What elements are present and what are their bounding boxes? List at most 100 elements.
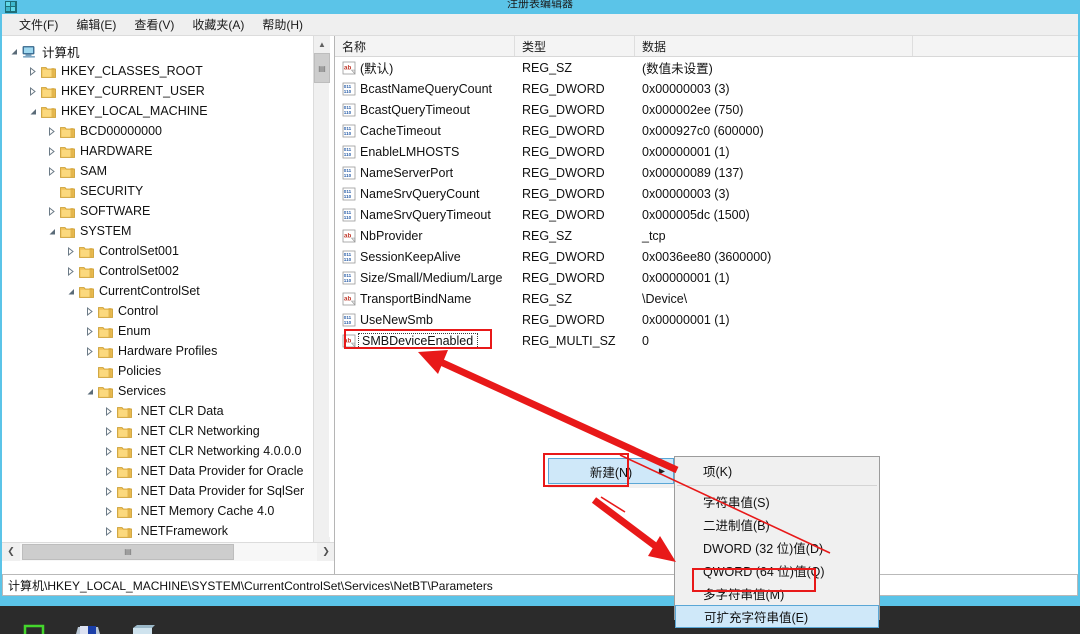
registry-value-row[interactable]: 011110Size/Small/Medium/LargeREG_DWORD0x… bbox=[335, 267, 1078, 288]
expand-arrow-icon[interactable] bbox=[44, 141, 59, 161]
menu-favorites[interactable]: 收藏夹(A) bbox=[183, 14, 253, 35]
submenu-item[interactable]: 二进制值(B) bbox=[675, 513, 879, 536]
expand-arrow-icon[interactable] bbox=[101, 521, 116, 541]
collapse-arrow-icon[interactable] bbox=[82, 381, 97, 401]
expand-arrow-icon[interactable] bbox=[25, 81, 40, 101]
collapse-arrow-icon[interactable] bbox=[63, 281, 78, 301]
column-header-data[interactable]: 数据 bbox=[635, 36, 913, 56]
menu-help[interactable]: 帮助(H) bbox=[253, 14, 312, 35]
registry-value-row[interactable]: abNbProviderREG_SZ_tcp bbox=[335, 225, 1078, 246]
registry-value-row[interactable]: abTransportBindNameREG_SZ\Device\ bbox=[335, 288, 1078, 309]
collapse-arrow-icon[interactable] bbox=[44, 221, 59, 241]
menu-view[interactable]: 查看(V) bbox=[125, 14, 183, 35]
registry-value-row[interactable]: 011110EnableLMHOSTSREG_DWORD0x00000001 (… bbox=[335, 141, 1078, 162]
tree-item[interactable]: .NET CLR Networking 4.0.0.0 bbox=[2, 441, 313, 461]
folder-icon bbox=[59, 141, 76, 161]
registry-tree[interactable]: 计算机HKEY_CLASSES_ROOTHKEY_CURRENT_USERHKE… bbox=[2, 36, 313, 554]
expand-arrow-icon[interactable] bbox=[101, 501, 116, 521]
value-type-cell: REG_DWORD bbox=[515, 145, 635, 159]
expand-arrow-icon[interactable] bbox=[82, 321, 97, 341]
expand-arrow-icon[interactable] bbox=[63, 241, 78, 261]
tree-item[interactable]: .NET Data Provider for SqlSer bbox=[2, 481, 313, 501]
registry-values-list[interactable]: ab(默认)REG_SZ(数值未设置)011110BcastNameQueryC… bbox=[335, 57, 1078, 351]
submenu-item[interactable]: DWORD (32 位)值(D) bbox=[675, 536, 879, 559]
expand-arrow-icon[interactable] bbox=[82, 301, 97, 321]
expand-arrow-icon[interactable] bbox=[82, 341, 97, 361]
expand-arrow-icon[interactable] bbox=[25, 61, 40, 81]
folder-icon bbox=[97, 341, 114, 361]
tree-item[interactable]: ControlSet002 bbox=[2, 261, 313, 281]
registry-value-row[interactable]: 011110CacheTimeoutREG_DWORD0x000927c0 (6… bbox=[335, 120, 1078, 141]
folder-icon bbox=[97, 301, 114, 321]
tree-hscroll-track[interactable]: ▤ bbox=[20, 543, 317, 561]
scroll-right-arrow-icon[interactable]: ❯ bbox=[317, 543, 335, 561]
tree-item[interactable]: .NET CLR Data bbox=[2, 401, 313, 421]
tree-item[interactable]: CurrentControlSet bbox=[2, 281, 313, 301]
context-submenu-new[interactable]: 项(K)字符串值(S)二进制值(B)DWORD (32 位)值(D)QWORD … bbox=[674, 456, 880, 620]
tree-item-label: .NETFramework bbox=[133, 524, 228, 538]
tree-item[interactable]: Services bbox=[2, 381, 313, 401]
registry-value-row[interactable]: 011110NameSrvQueryCountREG_DWORD0x000000… bbox=[335, 183, 1078, 204]
tree-item[interactable]: SYSTEM bbox=[2, 221, 313, 241]
tree-item[interactable]: Control bbox=[2, 301, 313, 321]
tree-item[interactable]: SECURITY bbox=[2, 181, 313, 201]
scroll-up-arrow-icon[interactable]: ▲ bbox=[314, 36, 330, 53]
registry-value-row[interactable]: 011110BcastQueryTimeoutREG_DWORD0x000002… bbox=[335, 99, 1078, 120]
registry-value-row[interactable]: 011110SessionKeepAliveREG_DWORD0x0036ee8… bbox=[335, 246, 1078, 267]
tree-item-label: .NET CLR Data bbox=[133, 404, 224, 418]
submenu-item[interactable]: 项(K) bbox=[675, 459, 879, 482]
tree-item[interactable]: .NETFramework bbox=[2, 521, 313, 541]
tree-item[interactable]: .NET CLR Networking bbox=[2, 421, 313, 441]
expand-arrow-icon[interactable] bbox=[101, 401, 116, 421]
column-header-name[interactable]: 名称 bbox=[335, 36, 515, 56]
expand-arrow-icon[interactable] bbox=[63, 261, 78, 281]
tree-item[interactable]: HKEY_CLASSES_ROOT bbox=[2, 61, 313, 81]
expand-arrow-icon[interactable] bbox=[101, 421, 116, 441]
title-bar[interactable]: 注册表编辑器 bbox=[0, 0, 1080, 14]
value-type-cell: REG_DWORD bbox=[515, 103, 635, 117]
tree-vertical-scrollbar[interactable]: ▲ ▤ ▼ bbox=[313, 36, 329, 554]
collapse-arrow-icon[interactable] bbox=[6, 41, 21, 61]
expand-arrow-icon[interactable] bbox=[44, 121, 59, 141]
expand-arrow-icon[interactable] bbox=[44, 161, 59, 181]
expand-arrow-icon[interactable] bbox=[101, 481, 116, 501]
scroll-left-arrow-icon[interactable]: ❮ bbox=[2, 543, 20, 561]
tree-item[interactable]: ControlSet001 bbox=[2, 241, 313, 261]
submenu-item[interactable]: 可扩充字符串值(E) bbox=[675, 605, 879, 628]
expand-arrow-icon[interactable] bbox=[101, 441, 116, 461]
submenu-item[interactable]: 字符串值(S) bbox=[675, 490, 879, 513]
menu-edit[interactable]: 编辑(E) bbox=[67, 14, 125, 35]
cmd-icon[interactable] bbox=[130, 612, 156, 634]
tree-item[interactable]: BCD00000000 bbox=[2, 121, 313, 141]
green-app-icon[interactable] bbox=[22, 612, 48, 634]
expand-arrow-icon[interactable] bbox=[101, 461, 116, 481]
registry-value-row[interactable]: 011110NameServerPortREG_DWORD0x00000089 … bbox=[335, 162, 1078, 183]
registry-value-row[interactable]: ab(默认)REG_SZ(数值未设置) bbox=[335, 57, 1078, 78]
tree-scroll-thumb[interactable]: ▤ bbox=[314, 53, 330, 83]
explorer-icon[interactable] bbox=[76, 612, 102, 634]
registry-value-row[interactable]: 011110BcastNameQueryCountREG_DWORD0x0000… bbox=[335, 78, 1078, 99]
tree-item[interactable]: .NET Data Provider for Oracle bbox=[2, 461, 313, 481]
tree-item[interactable]: 计算机 bbox=[2, 41, 313, 61]
folder-icon bbox=[97, 361, 114, 381]
tree-item[interactable]: .NET Memory Cache 4.0 bbox=[2, 501, 313, 521]
tree-item[interactable]: HARDWARE bbox=[2, 141, 313, 161]
tree-item[interactable]: Enum bbox=[2, 321, 313, 341]
tree-item[interactable]: SOFTWARE bbox=[2, 201, 313, 221]
expand-arrow-icon[interactable] bbox=[44, 201, 59, 221]
column-header-type[interactable]: 类型 bbox=[515, 36, 635, 56]
tree-hscroll-thumb[interactable]: ▤ bbox=[22, 544, 234, 560]
tree-item-label: .NET CLR Networking bbox=[133, 424, 260, 438]
tree-item[interactable]: Hardware Profiles bbox=[2, 341, 313, 361]
tree-item-label: .NET Data Provider for Oracle bbox=[133, 464, 304, 478]
registry-value-row[interactable]: 011110NameSrvQueryTimeoutREG_DWORD0x0000… bbox=[335, 204, 1078, 225]
tree-item[interactable]: Policies bbox=[2, 361, 313, 381]
value-data-cell: 0x000005dc (1500) bbox=[635, 208, 1078, 222]
tree-item[interactable]: HKEY_CURRENT_USER bbox=[2, 81, 313, 101]
tree-horizontal-scrollbar[interactable]: ❮ ▤ ❯ bbox=[2, 542, 335, 560]
menu-file[interactable]: 文件(F) bbox=[10, 14, 67, 35]
tree-item[interactable]: SAM bbox=[2, 161, 313, 181]
collapse-arrow-icon[interactable] bbox=[25, 101, 40, 121]
tree-item[interactable]: HKEY_LOCAL_MACHINE bbox=[2, 101, 313, 121]
registry-value-row[interactable]: 011110UseNewSmbREG_DWORD0x00000001 (1) bbox=[335, 309, 1078, 330]
